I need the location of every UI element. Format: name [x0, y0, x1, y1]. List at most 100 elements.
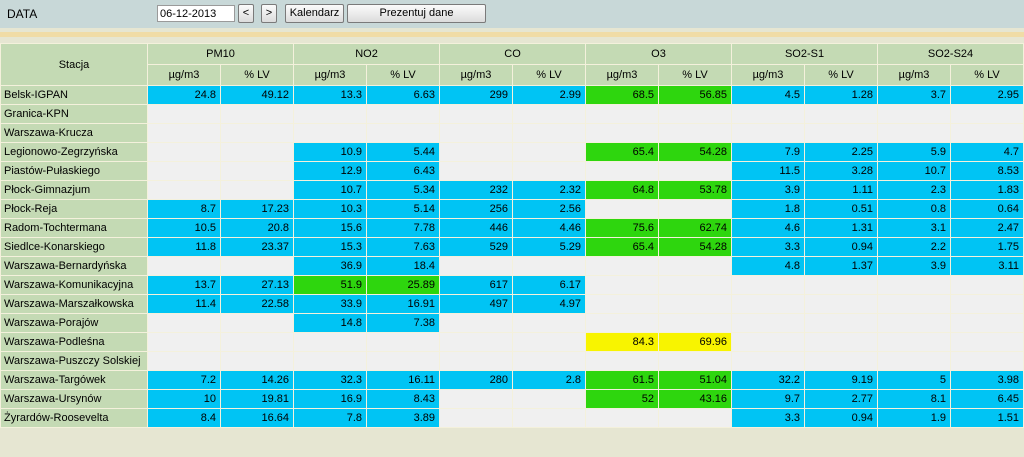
measurement-cell	[585, 313, 659, 333]
measurement-cell: 4.5	[731, 85, 805, 105]
measurement-cell	[366, 351, 440, 371]
unit-header: µg/m3	[731, 64, 805, 86]
measurement-cell: 1.28	[803, 85, 879, 105]
previous-day-button[interactable]: <	[238, 4, 254, 23]
measurement-cell: 0.94	[803, 237, 879, 257]
measurement-cell: 8.43	[366, 389, 440, 409]
measurement-cell: 65.4	[585, 142, 659, 162]
measurement-cell: 25.89	[366, 275, 440, 295]
unit-header: % LV	[658, 64, 732, 86]
measurement-cell	[950, 332, 1024, 352]
measurement-cell: 5.14	[366, 199, 440, 219]
measurement-cell: 33.9	[293, 294, 367, 314]
measurement-cell	[147, 180, 221, 200]
table-row: Warszawa-Targówek 7.2 14.26 32.3 16.11 280 2.8…	[0, 370, 1024, 390]
measurement-cell	[658, 256, 732, 276]
measurement-cell	[293, 351, 367, 371]
station-name: Warszawa-Podleśna	[0, 332, 148, 352]
date-input[interactable]	[157, 5, 235, 22]
measurement-cell: 9.7	[731, 389, 805, 409]
measurement-cell: 20.8	[220, 218, 294, 238]
measurement-cell: 10.5	[147, 218, 221, 238]
measurement-cell	[585, 123, 659, 143]
table-row: Płock-Gimnazjum 10.7 5.34 232 2.32 64.8 53.78 3…	[0, 180, 1024, 200]
unit-header: µg/m3	[585, 64, 659, 86]
measurement-cell	[877, 313, 952, 333]
measurement-cell: 75.6	[585, 218, 659, 238]
station-name: Warszawa-Marszałkowska	[0, 294, 148, 314]
measurement-cell: 13.7	[147, 275, 221, 295]
table-row: Radom-Tochtermana 10.5 20.8 15.6 7.78 446 4.46…	[0, 218, 1024, 238]
table-row: Siedlce-Konarskiego 11.8 23.37 15.3 7.63 529 5…	[0, 237, 1024, 257]
station-name: Piastów-Pułaskiego	[0, 161, 148, 181]
measurement-cell	[512, 313, 586, 333]
measurement-cell: 6.43	[366, 161, 440, 181]
measurement-cell	[585, 408, 659, 428]
measurement-cell: 32.3	[293, 370, 367, 390]
measurement-cell: 10.9	[293, 142, 367, 162]
measurement-cell: 2.47	[950, 218, 1024, 238]
measurement-cell	[585, 256, 659, 276]
table-row: Warszawa-Komunikacyjna 13.7 27.13 51.9 25.89…	[0, 275, 1024, 295]
measurement-cell	[147, 332, 221, 352]
measurement-cell	[512, 142, 586, 162]
measurement-cell: 15.3	[293, 237, 367, 257]
measurement-cell: 68.5	[585, 85, 659, 105]
measurement-cell	[293, 332, 367, 352]
measurement-cell	[220, 142, 294, 162]
measurement-cell	[147, 123, 221, 143]
pollutant-header: SO2-S24	[877, 43, 1024, 65]
measurement-cell: 64.8	[585, 180, 659, 200]
calendar-button[interactable]: Kalendarz	[285, 4, 344, 23]
station-name: Warszawa-Puszczy Solskiej	[0, 351, 148, 371]
station-name: Płock-Reja	[0, 199, 148, 219]
measurement-cell: 6.45	[950, 389, 1024, 409]
measurement-cell	[803, 275, 879, 295]
measurement-cell	[220, 123, 294, 143]
table-row: Legionowo-Zegrzyńska 10.9 5.44 65.4 54.28 7.9…	[0, 142, 1024, 162]
measurement-cell: 1.11	[803, 180, 879, 200]
measurement-cell	[220, 104, 294, 124]
measurement-cell	[439, 256, 513, 276]
measurement-cell: 54.28	[658, 237, 732, 257]
measurement-cell: 10.7	[293, 180, 367, 200]
table-row: Żyrardów-Roosevelta 8.4 16.64 7.8 3.89 3.3 0.9…	[0, 408, 1024, 428]
measurement-cell: 1.75	[950, 237, 1024, 257]
measurement-cell	[220, 351, 294, 371]
measurement-cell: 14.8	[293, 313, 367, 333]
measurement-cell	[803, 294, 879, 314]
measurement-cell	[877, 123, 952, 143]
measurement-cell: 3.3	[731, 237, 805, 257]
measurement-cell	[220, 313, 294, 333]
measurement-cell: 16.64	[220, 408, 294, 428]
toolbar: DATA < > Kalendarz Prezentuj dane	[0, 0, 1024, 28]
measurement-cell	[803, 123, 879, 143]
table-body: Belsk-IGPAN 24.8 49.12 13.3 6.63 299 2.99 68.5 5…	[0, 85, 1024, 428]
measurement-cell	[950, 294, 1024, 314]
measurement-cell	[658, 275, 732, 295]
table-row: Warszawa-Podleśna 84.3 69.96	[0, 332, 1024, 352]
measurement-cell	[220, 256, 294, 276]
measurement-cell: 4.46	[512, 218, 586, 238]
measurement-cell: 7.9	[731, 142, 805, 162]
measurement-cell: 2.2	[877, 237, 952, 257]
measurement-cell: 1.9	[877, 408, 952, 428]
measurement-cell	[950, 275, 1024, 295]
next-day-button[interactable]: >	[261, 4, 277, 23]
measurement-cell: 18.4	[366, 256, 440, 276]
measurement-cell: 2.25	[803, 142, 879, 162]
measurement-cell: 15.6	[293, 218, 367, 238]
unit-header: % LV	[950, 64, 1024, 86]
measurement-cell: 529	[439, 237, 513, 257]
measurement-cell: 2.77	[803, 389, 879, 409]
measurement-cell: 2.8	[512, 370, 586, 390]
measurement-cell: 256	[439, 199, 513, 219]
show-data-button[interactable]: Prezentuj dane	[347, 4, 486, 23]
measurement-cell: 0.94	[803, 408, 879, 428]
measurement-cell	[512, 332, 586, 352]
measurement-cell	[731, 123, 805, 143]
measurement-cell: 1.31	[803, 218, 879, 238]
measurement-cell: 0.64	[950, 199, 1024, 219]
measurement-cell: 19.81	[220, 389, 294, 409]
measurement-cell: 10.7	[877, 161, 952, 181]
